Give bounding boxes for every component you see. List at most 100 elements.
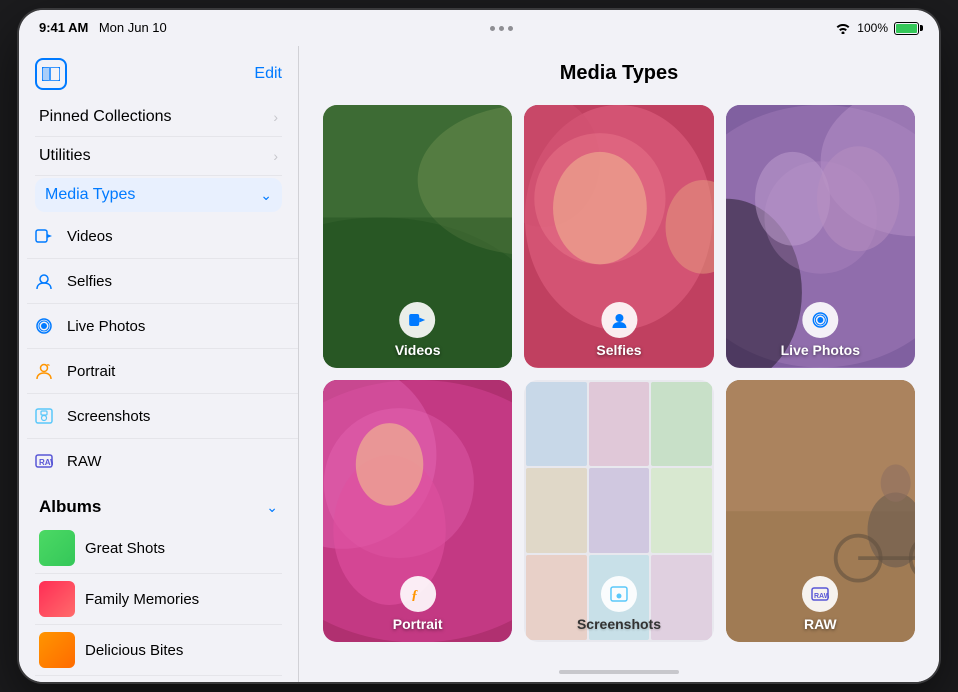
grid-card-live-photos[interactable]: Live Photos <box>726 105 915 368</box>
screenshots-card-labels: Screenshots <box>577 576 661 632</box>
live-photos-card-icon <box>802 302 838 338</box>
raw-card-icon: RAW <box>802 576 838 612</box>
screenshots-card-icon <box>601 576 637 612</box>
sidebar-header: Edit <box>19 46 298 98</box>
svg-text:ƒ: ƒ <box>411 588 418 603</box>
chevron-right-icon: › <box>273 109 278 125</box>
great-shots-thumb <box>39 530 75 566</box>
main-header: Media Types <box>299 46 939 97</box>
sidebar-item-utilities[interactable]: Utilities › <box>35 137 282 176</box>
sub-item-selfies[interactable]: Selfies <box>27 259 298 304</box>
raw-card-label: RAW <box>804 616 837 632</box>
sub-item-screenshots[interactable]: Screenshots <box>27 394 298 439</box>
album-item-in-the-sun[interactable]: In the Sun <box>35 676 282 682</box>
videos-label: Videos <box>67 228 113 245</box>
sidebar-item-pinned-collections[interactable]: Pinned Collections › <box>35 98 282 137</box>
collage-cell <box>589 468 649 553</box>
media-types-subitems: Videos Selfies Live Photos <box>19 214 298 483</box>
raw-card-labels: RAW RAW <box>802 576 838 632</box>
grid-card-videos[interactable]: Videos <box>323 105 512 368</box>
sidebar-section-albums: Albums ⌄ Great Shots Family Memories Del… <box>19 483 298 682</box>
family-memories-thumb <box>39 581 75 617</box>
media-types-label: Media Types <box>45 186 135 204</box>
sidebar-item-media-types[interactable]: Media Types ⌄ <box>35 178 282 212</box>
videos-icon <box>31 223 57 249</box>
sidebar-section-main: Pinned Collections › Utilities › Media T… <box>19 98 298 214</box>
albums-section-header[interactable]: Albums ⌄ <box>35 483 282 523</box>
collage-cell <box>651 382 711 467</box>
portrait-label: Portrait <box>67 363 115 380</box>
albums-label: Albums <box>39 497 101 517</box>
status-center <box>490 26 513 31</box>
grid-card-screenshots[interactable]: Screenshots <box>524 380 713 643</box>
status-bar: 9:41 AM Mon Jun 10 100% <box>19 10 939 46</box>
sub-item-live-photos[interactable]: Live Photos <box>27 304 298 349</box>
collage-cell <box>651 468 711 553</box>
dot1 <box>490 26 495 31</box>
screenshots-label: Screenshots <box>67 408 150 425</box>
chevron-right-icon: › <box>273 148 278 164</box>
live-photos-card-label: Live Photos <box>781 342 860 358</box>
portrait-card-label: Portrait <box>393 616 443 632</box>
bottom-handle <box>299 662 939 682</box>
pinned-collections-label: Pinned Collections <box>39 108 172 126</box>
albums-chevron-down-icon: ⌄ <box>266 499 278 516</box>
selfies-card-labels: Selfies <box>596 302 641 358</box>
ipad-frame: 9:41 AM Mon Jun 10 100% <box>19 10 939 682</box>
sidebar: Edit Pinned Collections › Utilities › Me… <box>19 46 299 682</box>
great-shots-label: Great Shots <box>85 540 165 557</box>
wifi-icon <box>835 22 851 34</box>
selfies-icon <box>31 268 57 294</box>
album-item-delicious-bites[interactable]: Delicious Bites <box>35 625 282 676</box>
videos-card-labels: Videos <box>395 302 441 358</box>
sidebar-toggle-button[interactable] <box>35 58 67 90</box>
selfies-label: Selfies <box>67 273 112 290</box>
videos-card-icon <box>400 302 436 338</box>
videos-card-label: Videos <box>395 342 441 358</box>
sidebar-icon <box>42 67 60 81</box>
grid-card-selfies[interactable]: Selfies <box>524 105 713 368</box>
album-item-family-memories[interactable]: Family Memories <box>35 574 282 625</box>
dot2 <box>499 26 504 31</box>
selfies-card-icon <box>601 302 637 338</box>
portrait-card-icon: ƒ <box>400 576 436 612</box>
raw-icon: RAW <box>31 448 57 474</box>
grid-card-portrait[interactable]: ƒ Portrait <box>323 380 512 643</box>
app-body: Edit Pinned Collections › Utilities › Me… <box>19 46 939 682</box>
dot3 <box>508 26 513 31</box>
portrait-card-labels: ƒ Portrait <box>393 576 443 632</box>
main-content: Media Types Videos <box>299 46 939 682</box>
grid-card-raw[interactable]: RAW RAW <box>726 380 915 643</box>
live-photos-label: Live Photos <box>67 318 145 335</box>
utilities-label: Utilities <box>39 147 91 165</box>
collage-cell <box>589 382 649 467</box>
collage-cell <box>526 468 586 553</box>
page-title: Media Types <box>560 62 679 84</box>
live-photos-icon <box>31 313 57 339</box>
status-right: 100% <box>835 21 919 35</box>
status-time: 9:41 AM <box>39 20 88 35</box>
portrait-icon <box>31 358 57 384</box>
raw-label: RAW <box>67 453 101 470</box>
delicious-bites-label: Delicious Bites <box>85 642 183 659</box>
svg-text:RAW: RAW <box>814 593 829 600</box>
collage-cell <box>526 382 586 467</box>
screenshots-card-label: Screenshots <box>577 616 661 632</box>
edit-button[interactable]: Edit <box>254 65 282 83</box>
battery-percent: 100% <box>857 21 888 35</box>
battery-fill <box>896 24 917 33</box>
sub-item-portrait[interactable]: Portrait <box>27 349 298 394</box>
status-date: Mon Jun 10 <box>99 20 167 35</box>
sub-item-videos[interactable]: Videos <box>27 214 298 259</box>
battery-icon <box>894 22 919 35</box>
family-memories-label: Family Memories <box>85 591 199 608</box>
media-types-grid: Videos <box>299 97 939 662</box>
delicious-bites-thumb <box>39 632 75 668</box>
status-time-area: 9:41 AM Mon Jun 10 <box>39 19 167 37</box>
sub-item-raw[interactable]: RAW RAW <box>27 439 298 483</box>
live-photos-card-labels: Live Photos <box>781 302 860 358</box>
svg-text:RAW: RAW <box>39 458 53 467</box>
screenshots-icon <box>31 403 57 429</box>
album-item-great-shots[interactable]: Great Shots <box>35 523 282 574</box>
selfies-card-label: Selfies <box>596 342 641 358</box>
